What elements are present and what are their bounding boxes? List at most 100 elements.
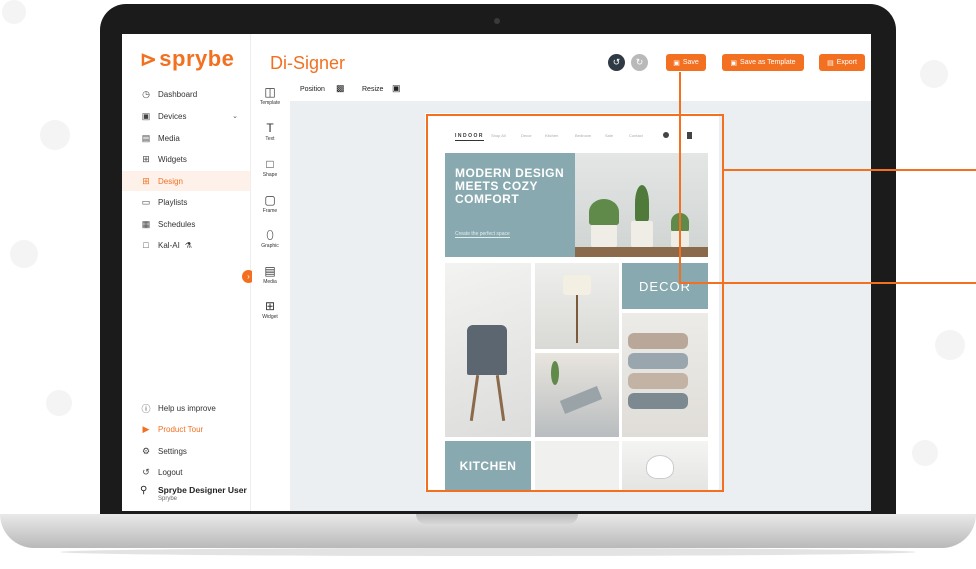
sidebar: ⊳sprybe ◷ Dashboard ▣ Devices ⌄ ▤ Media ⊞ Wid… — [122, 34, 251, 511]
page-title: Di-Signer — [270, 53, 346, 73]
tool-graphic[interactable]: ⬯ Graphic — [252, 228, 288, 250]
text-icon: T — [266, 121, 274, 135]
chevron-right-icon: › — [247, 272, 250, 281]
save-icon: ▣ — [673, 59, 680, 67]
user-icon: ⚲ — [140, 485, 148, 496]
save-label: Save — [682, 59, 699, 66]
widgets-icon: ⊞ — [142, 153, 150, 164]
background-dot — [40, 120, 70, 150]
save-template-label: Save as Template — [740, 59, 796, 66]
tool-shape[interactable]: □ Shape — [252, 157, 288, 179]
sidebar-item-label: Logout — [158, 467, 183, 477]
resize-button[interactable]: Resize — [362, 86, 383, 93]
tool-label: Frame — [262, 208, 278, 214]
brand-logo[interactable]: ⊳sprybe — [140, 46, 234, 72]
playlists-icon: ▭ — [141, 196, 151, 207]
redo-button[interactable]: ↻ — [631, 54, 648, 71]
template-icon: ◫ — [264, 85, 276, 99]
sidebar-item-media[interactable]: ▤ Media — [122, 128, 250, 148]
background-dot — [2, 0, 26, 24]
ai-icon: □ — [143, 240, 149, 250]
sidebar-item-label: Playlists — [158, 197, 188, 207]
tool-widget[interactable]: ⊞ Widget — [252, 299, 288, 321]
devices-icon: ▣ — [141, 110, 151, 121]
sidebar-item-settings[interactable]: ⚙ Settings — [122, 441, 250, 461]
sidebar-item-label: Help us improve — [158, 403, 216, 413]
callout-line — [679, 72, 681, 284]
export-button[interactable]: ▤ Export — [819, 54, 865, 71]
laptop-shadow — [60, 548, 916, 556]
background-dot — [46, 390, 72, 416]
export-icon: ▤ — [827, 59, 834, 67]
user-org: Sprybe — [158, 496, 178, 502]
save-as-template-button[interactable]: ▣ Save as Template — [722, 54, 804, 71]
sidebar-item-label: Devices — [158, 111, 187, 121]
sidebar-item-label: Schedules — [158, 219, 196, 229]
tool-label: Template — [259, 100, 281, 106]
frame-icon: ▢ — [264, 193, 276, 207]
tool-label: Widget — [262, 314, 278, 320]
laptop-notch — [416, 514, 578, 524]
help-icon: ⓘ — [141, 403, 151, 414]
user-profile[interactable]: ⚲ Sprybe Designer User Sprybe — [140, 485, 247, 502]
sidebar-item-label: Media — [158, 133, 180, 143]
sidebar-item-label: Widgets — [158, 154, 187, 164]
tool-label: Shape — [262, 172, 278, 178]
sidebar-item-dashboard[interactable]: ◷ Dashboard — [122, 84, 250, 104]
sidebar-item-playlists[interactable]: ▭ Playlists — [122, 192, 250, 212]
sidebar-item-kal-ai[interactable]: □ Kal-AI ⚗ — [122, 235, 250, 255]
tool-frame[interactable]: ▢ Frame — [252, 193, 288, 215]
sidebar-item-schedules[interactable]: ▦ Schedules — [122, 214, 250, 234]
sidebar-item-design[interactable]: ⊞ Design — [122, 171, 250, 191]
sidebar-item-label: Design — [158, 176, 183, 186]
sidebar-item-logout[interactable]: ↺ Logout — [122, 462, 250, 482]
sidebar-item-label: Dashboard — [158, 89, 198, 99]
dashboard-icon: ◷ — [142, 88, 150, 99]
brand-mark-icon: ⊳ — [140, 49, 158, 71]
tools-panel: ◫ Template T Text □ Shape ▢ Frame ⬯ Graphic ▤… — [252, 74, 288, 511]
redo-icon: ↻ — [635, 57, 644, 67]
graphic-icon: ⬯ — [266, 228, 274, 242]
tool-label: Media — [263, 279, 277, 285]
settings-icon: ⚙ — [141, 445, 151, 456]
brand-name: sprybe — [159, 46, 235, 71]
media-icon: ▤ — [264, 264, 276, 278]
user-name: Sprybe Designer User — [158, 485, 247, 495]
lock-icon[interactable]: ▣ — [392, 83, 401, 94]
save-template-icon: ▣ — [730, 59, 738, 67]
tool-template[interactable]: ◫ Template — [252, 85, 288, 107]
sidebar-item-help[interactable]: ⓘ Help us improve — [122, 398, 250, 418]
undo-icon: ↺ — [612, 57, 621, 67]
schedules-icon: ▦ — [141, 218, 151, 229]
tool-label: Graphic — [261, 243, 279, 249]
tool-text[interactable]: T Text — [252, 121, 288, 143]
logout-icon: ↺ — [142, 466, 150, 477]
sidebar-item-label: Product Tour — [158, 424, 204, 434]
media-icon: ▤ — [141, 132, 151, 143]
sidebar-item-devices[interactable]: ▣ Devices ⌄ — [122, 106, 250, 126]
undo-button[interactable]: ↺ — [608, 54, 625, 71]
sidebar-item-widgets[interactable]: ⊞ Widgets — [122, 149, 250, 169]
chevron-down-icon[interactable]: ⌄ — [232, 112, 238, 120]
position-button[interactable]: Position — [300, 86, 325, 93]
webcam — [494, 18, 500, 24]
callout-line — [722, 169, 976, 171]
tool-media[interactable]: ▤ Media — [252, 264, 288, 286]
sidebar-item-label: Kal-AI — [158, 240, 180, 250]
tour-icon: ▶ — [142, 423, 150, 434]
export-label: Export — [836, 59, 857, 66]
callout-line — [680, 282, 976, 284]
flask-icon: ⚗ — [184, 240, 192, 250]
sidebar-item-product-tour[interactable]: ▶ Product Tour — [122, 419, 250, 439]
design-icon: ⊞ — [142, 175, 150, 186]
background-dot — [920, 60, 948, 88]
transparency-icon[interactable]: ▩ — [336, 83, 345, 94]
background-dot — [10, 240, 38, 268]
background-dot — [935, 330, 965, 360]
save-button[interactable]: ▣ Save — [666, 54, 706, 71]
canvas-toolbar: Position ▩ Resize ▣ — [290, 82, 871, 98]
background-dot — [912, 440, 938, 466]
sidebar-item-label: Settings — [158, 446, 187, 456]
widget-icon: ⊞ — [264, 299, 276, 313]
shape-icon: □ — [266, 157, 274, 171]
